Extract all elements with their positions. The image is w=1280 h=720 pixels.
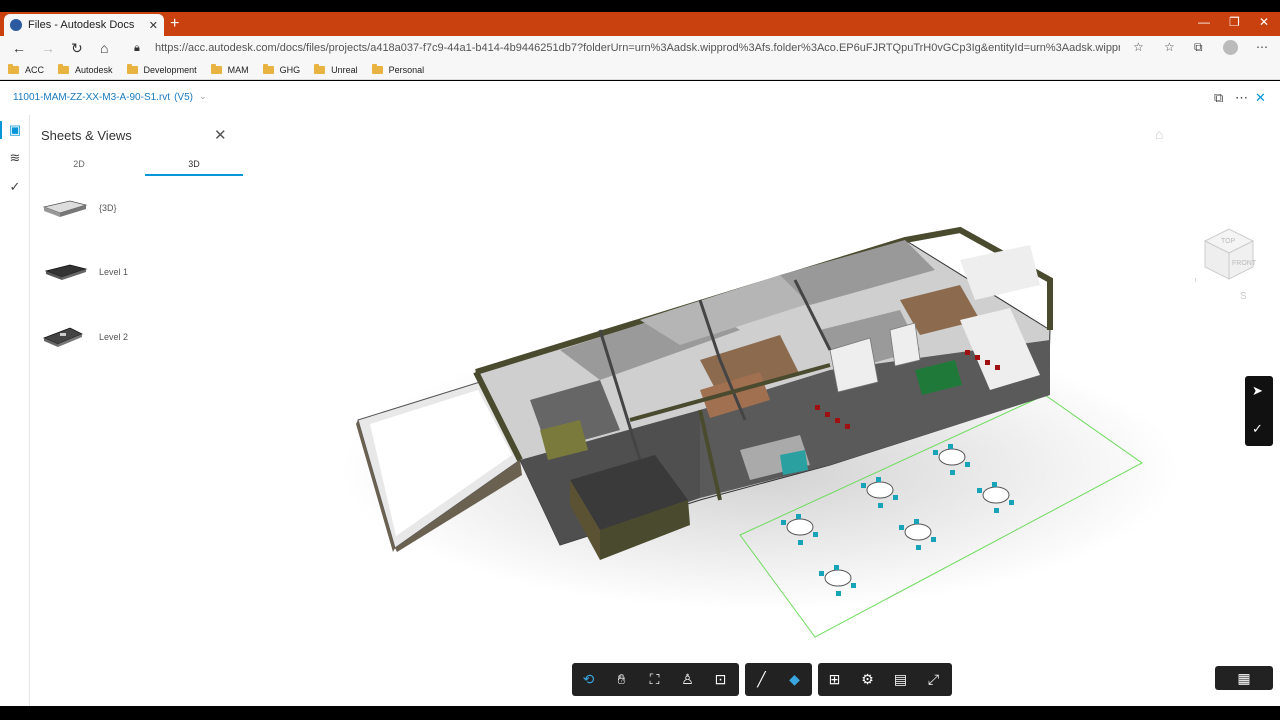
navigation-toolbar: ⟲ ✋︎ ⛶ ♙ ⊡: [572, 663, 739, 696]
view-thumbnail: [42, 200, 88, 217]
viewcube-front-label: FRONT: [1232, 260, 1257, 267]
more-icon[interactable]: ⋯: [1235, 90, 1248, 106]
chevron-down-icon[interactable]: ⌄: [199, 91, 207, 102]
viewer-app: 11001-MAM-ZZ-XX-M3-A-90-S1.rvt (V5) ⌄ ⧉ ⋯…: [0, 81, 1280, 706]
autodesk-favicon-icon: [10, 19, 22, 31]
section-icon[interactable]: ◆: [778, 671, 811, 688]
tab-2d[interactable]: 2D: [30, 159, 128, 169]
tab-close-icon[interactable]: ✕: [149, 19, 158, 32]
address-bar: ← → ↻ ⌂ 🔒︎ https://acc.autodesk.com/docs…: [0, 36, 1280, 60]
orbit-icon[interactable]: ⟲: [572, 671, 605, 688]
fullscreen-icon[interactable]: ⤢: [917, 671, 950, 688]
bookmark-mam[interactable]: MAM: [210, 63, 249, 75]
sheets-views-icon[interactable]: ▣: [6, 121, 24, 139]
pan-icon[interactable]: ✋︎: [605, 671, 638, 688]
bookmark-personal[interactable]: Personal: [371, 63, 424, 75]
layers-icon[interactable]: ≋: [6, 149, 24, 167]
folder-icon: [371, 63, 383, 74]
panel-title: Sheets & Views: [41, 128, 132, 143]
view-thumbnail: [42, 327, 83, 347]
select-cursor-icon[interactable]: ➤: [1252, 383, 1263, 399]
home-icon[interactable]: ⌂: [100, 40, 108, 56]
minimize-icon[interactable]: —: [1198, 15, 1210, 29]
tab-title: Files - Autodesk Docs: [28, 19, 135, 31]
browser-menu-icon[interactable]: ⋯: [1256, 40, 1268, 54]
browser-tab[interactable]: Files - Autodesk Docs ✕: [4, 14, 164, 36]
model-viewport[interactable]: [250, 115, 1280, 706]
left-rail: ▣ ≋ ✓: [0, 115, 30, 706]
browser-tab-bar: Files - Autodesk Docs ✕ + — ❐ ✕: [0, 12, 1280, 36]
new-tab-button[interactable]: +: [170, 15, 179, 33]
folder-icon: [8, 63, 19, 74]
view-label: Level 2: [99, 332, 129, 342]
collections-icon[interactable]: ⧉: [1194, 40, 1203, 55]
url-field[interactable]: https://acc.autodesk.com/docs/files/proj…: [155, 42, 1120, 54]
reload-icon[interactable]: ↻: [71, 40, 83, 57]
view-item-level-2[interactable]: Level 2: [40, 317, 128, 357]
viewer-header: 11001-MAM-ZZ-XX-M3-A-90-S1.rvt (V5) ⌄ ⧉ ⋯…: [0, 81, 1280, 115]
measure-toolbar: ╱ ◆: [745, 663, 812, 696]
properties-icon[interactable]: ▤: [884, 671, 917, 688]
folder-icon: [126, 63, 138, 74]
issues-icon[interactable]: ✓: [6, 178, 24, 196]
folder-icon: [58, 63, 70, 74]
profile-avatar[interactable]: [1223, 40, 1238, 55]
view-label: {3D}: [99, 203, 117, 213]
viewcube[interactable]: TOP FRONT W S: [1195, 221, 1265, 311]
window-close-icon[interactable]: ✕: [1259, 15, 1269, 29]
first-person-icon[interactable]: ♙: [671, 671, 704, 688]
top-border: [0, 0, 1280, 12]
view-item-3d[interactable]: {3D}: [40, 188, 117, 228]
view-thumbnail: [44, 264, 88, 280]
compass-south-label: S: [1240, 291, 1247, 302]
active-tab-indicator: [145, 174, 243, 176]
back-icon[interactable]: ←: [12, 40, 26, 56]
compass-west-label: W: [1195, 277, 1197, 288]
bottom-border: [0, 706, 1280, 720]
settings-icon[interactable]: ⚙: [851, 671, 884, 688]
lock-icon[interactable]: 🔒︎: [134, 42, 140, 55]
folder-icon: [314, 63, 326, 74]
compare-icon[interactable]: ⧉: [1214, 90, 1223, 106]
bookmark-ghg[interactable]: GHG: [262, 63, 300, 75]
home-view-icon[interactable]: ⌂: [1155, 126, 1163, 142]
folder-icon: [210, 63, 222, 74]
settings-toolbar: ⊞ ⚙ ▤ ⤢: [818, 663, 952, 696]
model-browser-icon[interactable]: ⊞: [818, 671, 851, 688]
measure-icon[interactable]: ╱: [745, 671, 778, 688]
site-permissions-icon[interactable]: ☆: [1133, 40, 1144, 54]
file-name[interactable]: 11001-MAM-ZZ-XX-M3-A-90-S1.rvt (V5): [13, 92, 193, 103]
markup-check-icon[interactable]: ✓: [1252, 421, 1263, 437]
bookmark-acc[interactable]: ACC: [8, 63, 44, 75]
sheets-views-panel: Sheets & Views ✕ 2D 3D {3D} Level 1 Leve…: [30, 115, 250, 706]
viewcube-top-label: TOP: [1221, 238, 1236, 245]
building-model: [340, 226, 1180, 638]
close-viewer-icon[interactable]: ✕: [1255, 90, 1266, 106]
view-item-level-1[interactable]: Level 1: [40, 252, 128, 292]
bookmark-development[interactable]: Development: [126, 63, 197, 75]
tab-3d[interactable]: 3D: [145, 159, 243, 169]
close-icon[interactable]: ✕: [214, 126, 227, 144]
folder-icon: [262, 63, 274, 74]
forward-icon[interactable]: →: [41, 40, 55, 56]
view-label: Level 1: [99, 267, 129, 277]
grid-view-icon[interactable]: ▦: [1215, 666, 1273, 690]
side-tools: ➤ ✓: [1245, 376, 1273, 446]
fit-icon[interactable]: ⛶: [638, 671, 671, 688]
bookmark-autodesk[interactable]: Autodesk: [58, 63, 113, 75]
camera-icon[interactable]: ⊡: [704, 671, 737, 688]
rail-active-indicator: [0, 121, 2, 139]
bookmark-unreal[interactable]: Unreal: [314, 63, 358, 75]
restore-icon[interactable]: ❐: [1229, 15, 1240, 29]
bookmarks-bar: ACC Autodesk Development MAM GHG Unreal …: [0, 60, 1280, 80]
favorites-icon[interactable]: ☆: [1164, 40, 1175, 54]
